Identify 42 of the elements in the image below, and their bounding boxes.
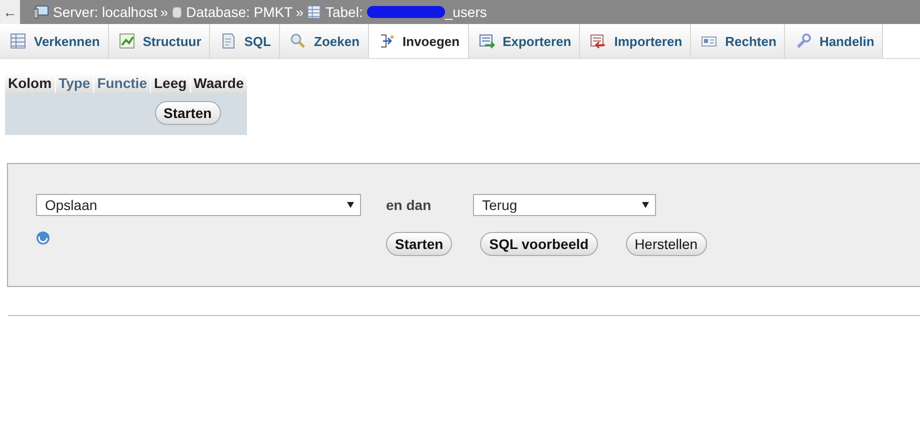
column-header: Leeg [150,73,190,93]
insert-icon [378,33,395,49]
after-select[interactable]: Terug [473,194,656,216]
back-button[interactable]: ← [0,0,20,24]
tab[interactable]: Structuur [108,24,210,58]
export-icon [478,33,495,49]
server-icon [34,5,49,19]
column-header[interactable]: Functie [94,73,150,93]
tab[interactable]: Invoegen [368,24,469,58]
table-icon [10,33,26,49]
table-name[interactable]: _users [444,4,487,20]
table-icon [307,5,322,19]
column-header: Waarde [190,73,247,93]
tab[interactable]: Exporteren [468,24,580,58]
chart-icon [118,33,135,49]
tab[interactable]: Rechten [691,24,786,58]
column-header: Kolom [5,73,55,93]
caret-icon [642,202,650,208]
preview-button[interactable]: SQL voorbeeld [480,232,598,256]
table-label: Tabel: [325,4,363,20]
tab[interactable]: Zoeken [280,24,369,58]
then-label: en dan [386,197,432,213]
server-link[interactable]: Server: localhost [53,4,158,20]
tab[interactable]: Handelin [785,24,884,58]
database-link[interactable]: Database: PMKT [186,4,293,20]
reset-button[interactable]: Herstellen [626,232,707,256]
separator: » [296,4,304,20]
start-button[interactable]: Starten [154,101,221,125]
document-icon [220,33,236,49]
import-icon [590,33,606,49]
wrench-icon [795,33,812,49]
caret-icon [347,202,354,208]
start-button[interactable]: Starten [386,232,452,256]
action-select[interactable]: Opslaan [36,194,361,216]
column-header[interactable]: Type [56,73,94,93]
search-icon [290,33,306,49]
tab[interactable]: Importeren [580,24,692,58]
database-icon [172,6,182,18]
help-icon[interactable] [36,231,50,245]
separator: » [160,4,168,20]
tab[interactable]: Verkennen [0,24,109,58]
tab[interactable]: SQL [210,24,280,58]
